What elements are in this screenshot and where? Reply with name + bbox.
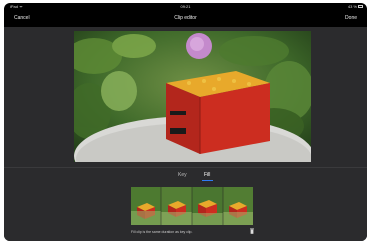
editor-canvas: Key Fill Fill clip is the same duration …	[4, 27, 367, 241]
film-frame	[192, 187, 223, 225]
film-frame	[161, 187, 192, 225]
fill-duration-hint: Fill clip is the same duration as key cl…	[131, 230, 193, 234]
ipad-screen: iPad ᯤ 09:21 43 % Cancel Clip editor Don…	[4, 3, 367, 241]
trash-icon[interactable]	[250, 228, 254, 234]
done-button[interactable]: Done	[345, 10, 357, 27]
tab-key[interactable]: Key	[178, 172, 187, 178]
film-frame	[131, 187, 161, 225]
selected-tab-indicator	[202, 180, 213, 181]
clip-preview[interactable]	[74, 31, 311, 162]
battery-icon	[358, 5, 363, 8]
status-bar: iPad ᯤ 09:21 43 %	[4, 3, 367, 10]
clock: 09:21	[180, 4, 191, 9]
nav-bar: Cancel Clip editor Done	[4, 10, 367, 27]
filmstrip-frames	[131, 187, 253, 225]
film-frame	[223, 187, 253, 225]
battery-percent: 43 %	[347, 4, 357, 9]
page-title: Clip editor	[174, 15, 197, 21]
tab-fill[interactable]: Fill	[204, 172, 210, 178]
filmstrip[interactable]	[131, 187, 253, 225]
mode-tabs: Key Fill	[4, 167, 367, 188]
